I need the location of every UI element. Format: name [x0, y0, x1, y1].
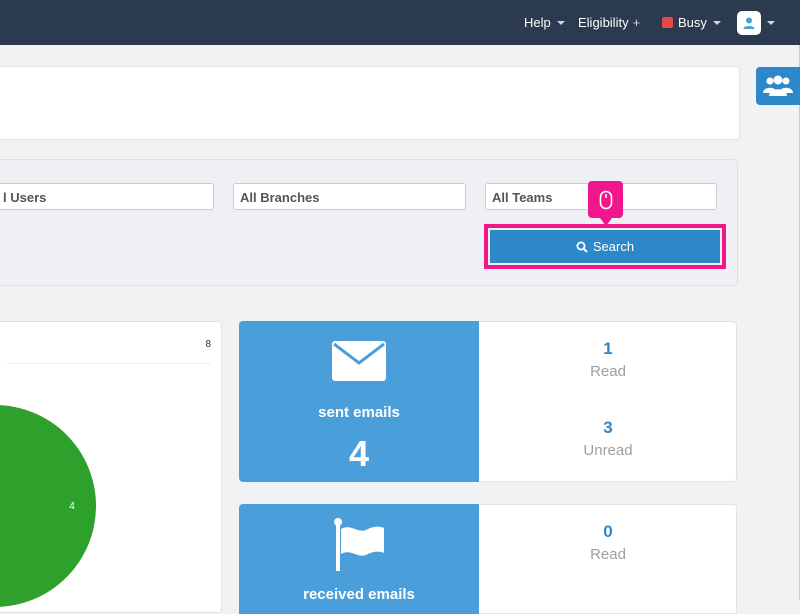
avatar [737, 10, 761, 35]
envelope-icon [332, 341, 386, 381]
chevron-down-icon [712, 20, 721, 25]
received-read-block[interactable]: 0 Read [479, 522, 737, 563]
sent-read-label: Read [590, 363, 626, 380]
chart-card: 8 4 [0, 321, 222, 613]
help-label: Help [524, 15, 551, 30]
pie-slice[interactable] [0, 405, 96, 607]
users-group-icon [763, 75, 793, 96]
help-menu[interactable]: Help [524, 0, 565, 45]
pie-slice-label: 4 [69, 501, 75, 512]
top-navbar: Help Eligibility + Busy [0, 0, 800, 45]
sent-emails-breakdown: 1 Read 3 Unread [479, 321, 737, 482]
sent-unread-block[interactable]: 3 Unread [479, 418, 737, 459]
user-menu[interactable] [737, 0, 775, 45]
mouse-icon [599, 190, 612, 209]
received-read-count: 0 [603, 522, 613, 541]
pie-chart: 4 [0, 405, 96, 607]
status-menu[interactable]: Busy [662, 0, 721, 45]
click-highlight-frame [484, 224, 726, 269]
users-select[interactable]: l Users [0, 183, 214, 210]
chevron-down-icon [556, 20, 565, 25]
team-panel-button[interactable] [756, 67, 800, 105]
plus-icon: + [632, 15, 641, 30]
flag-icon [334, 518, 384, 571]
sent-emails-total: 4 [348, 433, 370, 474]
sent-read-block[interactable]: 1 Read [479, 339, 737, 380]
sent-emails-title: sent emails [318, 404, 400, 421]
received-emails-panel: received emails [239, 504, 479, 614]
mouse-click-indicator [588, 181, 623, 226]
eligibility-menu[interactable]: Eligibility + [578, 0, 640, 45]
user-icon [743, 17, 755, 29]
header-card [0, 66, 740, 140]
status-label: Busy [678, 15, 707, 30]
sent-unread-label: Unread [583, 442, 633, 459]
sent-emails-panel: sent emails 4 [239, 321, 479, 482]
received-read-label: Read [590, 546, 626, 563]
received-emails-breakdown: 0 Read [479, 504, 737, 614]
sent-read-count: 1 [603, 339, 613, 358]
eligibility-label: Eligibility [578, 15, 629, 30]
busy-status-icon [662, 17, 673, 28]
branches-select[interactable]: All Branches [233, 183, 466, 210]
chevron-down-icon [767, 20, 775, 25]
sent-unread-count: 3 [603, 418, 613, 437]
received-emails-title: received emails [303, 586, 415, 603]
